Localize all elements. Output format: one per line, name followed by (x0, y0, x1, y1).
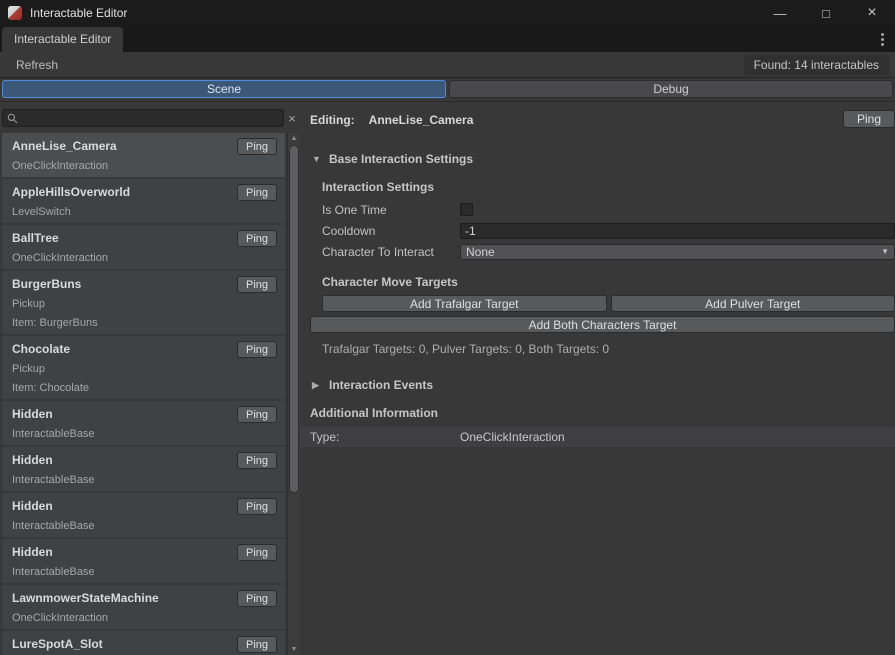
minimize-button[interactable]: — (757, 0, 803, 26)
foldout-label: Interaction Events (329, 378, 433, 392)
inspector-ping-button[interactable]: Ping (843, 110, 895, 128)
targets-summary: Trafalgar Targets: 0, Pulver Targets: 0,… (322, 342, 895, 356)
list-item[interactable]: Hidden InteractableBase Ping (2, 493, 285, 537)
scrollbar-thumb[interactable] (289, 145, 299, 493)
window-menu-icon[interactable] (878, 30, 887, 49)
view-tab-bar: Scene Debug (0, 78, 895, 102)
item-subtitle: InteractableBase (12, 566, 233, 578)
list-scrollbar[interactable]: ▲ ▼ (287, 133, 300, 655)
dropdown-value: None (466, 245, 495, 259)
tab-interactable-editor[interactable]: Interactable Editor (2, 27, 123, 52)
item-subtitle: InteractableBase (12, 428, 233, 440)
inspector-panel: Editing: AnneLise_Camera Ping ▼ Base Int… (300, 102, 895, 655)
interaction-events-foldout[interactable]: ▶ Interaction Events (310, 378, 895, 392)
type-row: Type: OneClickInteraction (300, 427, 895, 447)
item-subtitle: OneClickInteraction (12, 612, 233, 624)
item-name: AppleHillsOverworld (12, 185, 233, 199)
maximize-button[interactable]: □ (803, 0, 849, 26)
is-one-time-label: Is One Time (322, 203, 460, 217)
scroll-down-icon[interactable]: ▼ (288, 646, 300, 653)
item-name: Hidden (12, 499, 233, 513)
item-subtitle: OneClickInteraction (12, 252, 233, 264)
title-bar: Interactable Editor — □ × (0, 0, 895, 26)
item-name: Hidden (12, 453, 233, 467)
search-icon (7, 113, 18, 124)
item-name: BurgerBuns (12, 277, 233, 291)
window-title: Interactable Editor (30, 6, 127, 20)
list-item[interactable]: AnneLise_Camera OneClickInteraction Ping (2, 133, 285, 177)
item-name: AnneLise_Camera (12, 139, 233, 153)
item-subtitle: Pickup (12, 298, 233, 310)
is-one-time-checkbox[interactable] (460, 203, 473, 216)
add-pulver-target-button[interactable]: Add Pulver Target (611, 295, 895, 312)
item-name: LureSpotA_Slot (12, 637, 233, 651)
list-item[interactable]: AppleHillsOverworld LevelSwitch Ping (2, 179, 285, 223)
list-item[interactable]: LawnmowerStateMachine OneClickInteractio… (2, 585, 285, 629)
interactable-editor-window: Interactable Editor — □ × Interactable E… (0, 0, 895, 655)
add-both-characters-target-button[interactable]: Add Both Characters Target (310, 316, 895, 333)
ping-button[interactable]: Ping (237, 498, 277, 515)
character-move-targets-header: Character Move Targets (322, 275, 895, 289)
list-item[interactable]: Chocolate Pickup Item: Chocolate Ping (2, 336, 285, 399)
ping-button[interactable]: Ping (237, 544, 277, 561)
item-subtitle: Item: Chocolate (12, 382, 233, 394)
list-item[interactable]: LureSpotA_Slot Ping (2, 631, 285, 655)
item-name: BallTree (12, 231, 233, 245)
close-button[interactable]: × (849, 0, 895, 26)
cooldown-label: Cooldown (322, 224, 460, 238)
foldout-label: Base Interaction Settings (329, 152, 473, 166)
ping-button[interactable]: Ping (237, 406, 277, 423)
item-subtitle: Pickup (12, 363, 233, 375)
item-subtitle: OneClickInteraction (12, 160, 233, 172)
chevron-down-icon: ▼ (881, 247, 889, 256)
editing-value: AnneLise_Camera (369, 113, 474, 127)
ping-button[interactable]: Ping (237, 138, 277, 155)
item-subtitle: Item: BurgerBuns (12, 317, 233, 329)
app-icon (8, 6, 22, 20)
item-subtitle: InteractableBase (12, 474, 233, 486)
foldout-open-icon: ▼ (312, 154, 322, 164)
cooldown-input[interactable] (460, 223, 895, 239)
additional-information-header: Additional Information (310, 406, 895, 420)
ping-button[interactable]: Ping (237, 452, 277, 469)
type-label: Type: (310, 430, 460, 444)
scroll-up-icon[interactable]: ▲ (288, 135, 300, 142)
ping-button[interactable]: Ping (237, 590, 277, 607)
doc-tab-strip: Interactable Editor (0, 26, 895, 52)
search-clear-button[interactable]: × (284, 111, 300, 126)
item-subtitle: LevelSwitch (12, 206, 233, 218)
foldout-closed-icon: ▶ (312, 380, 322, 391)
item-name: Chocolate (12, 342, 233, 356)
item-subtitle: InteractableBase (12, 520, 233, 532)
list-item[interactable]: BallTree OneClickInteraction Ping (2, 225, 285, 269)
search-input[interactable] (22, 111, 279, 125)
editing-label: Editing: (310, 113, 355, 127)
list-item[interactable]: BurgerBuns Pickup Item: BurgerBuns Ping (2, 271, 285, 334)
list-item[interactable]: Hidden InteractableBase Ping (2, 539, 285, 583)
add-trafalgar-target-button[interactable]: Add Trafalgar Target (322, 295, 607, 312)
tab-scene[interactable]: Scene (2, 80, 446, 98)
ping-button[interactable]: Ping (237, 276, 277, 293)
base-interaction-settings-foldout[interactable]: ▼ Base Interaction Settings (310, 152, 895, 166)
list-item[interactable]: Hidden InteractableBase Ping (2, 447, 285, 491)
item-name: Hidden (12, 407, 233, 421)
refresh-button[interactable]: Refresh (6, 55, 68, 75)
ping-button[interactable]: Ping (237, 230, 277, 247)
list-item[interactable]: Hidden InteractableBase Ping (2, 401, 285, 445)
character-to-interact-dropdown[interactable]: None ▼ (460, 244, 895, 260)
tab-debug[interactable]: Debug (449, 80, 893, 98)
ping-button[interactable]: Ping (237, 636, 277, 653)
found-count-label: Found: 14 interactables (744, 55, 889, 75)
scene-list-panel: × AnneLise_Camera OneClickInteraction Pi… (0, 102, 300, 655)
item-name: LawnmowerStateMachine (12, 591, 233, 605)
interactable-list: AnneLise_Camera OneClickInteraction Ping… (2, 133, 285, 655)
interaction-settings-header: Interaction Settings (322, 180, 895, 194)
type-value: OneClickInteraction (460, 430, 565, 444)
ping-button[interactable]: Ping (237, 184, 277, 201)
toolbar: Refresh Found: 14 interactables (0, 52, 895, 78)
search-box[interactable] (2, 109, 284, 127)
character-to-interact-label: Character To Interact (322, 245, 460, 259)
item-name: Hidden (12, 545, 233, 559)
ping-button[interactable]: Ping (237, 341, 277, 358)
